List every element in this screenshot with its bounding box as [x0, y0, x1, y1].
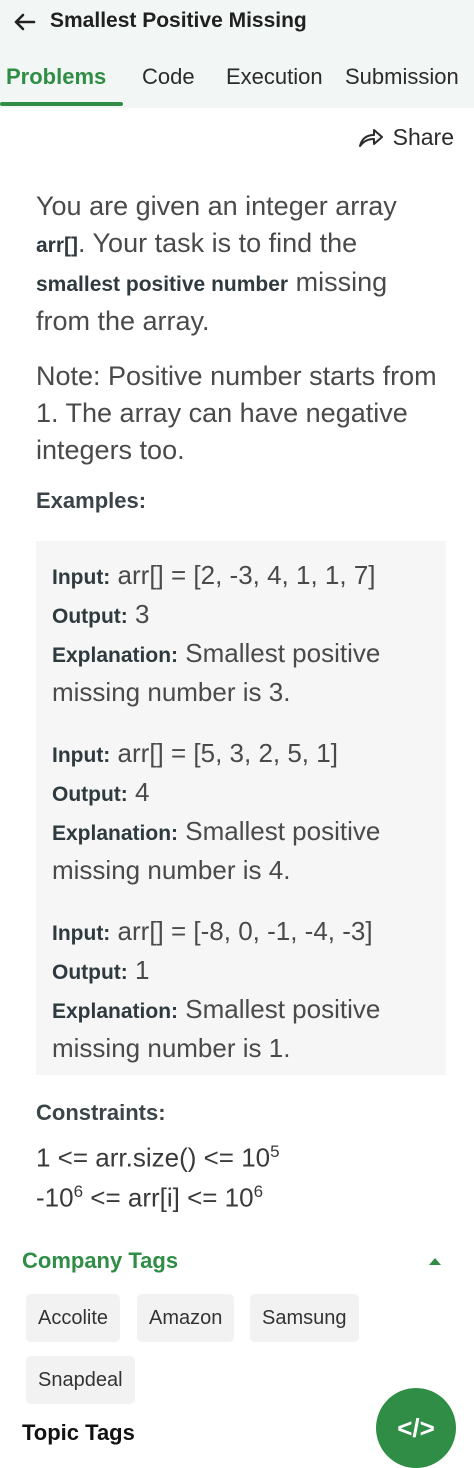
- constraint-text: <= arr[i] <= 10: [83, 1182, 254, 1213]
- code-editor-button[interactable]: </>: [376, 1388, 456, 1468]
- explanation-label: Explanation:: [52, 644, 179, 667]
- example-output: 1: [135, 955, 150, 985]
- company-tag-chip[interactable]: Samsung: [250, 1294, 359, 1342]
- constraint-text: -10: [36, 1182, 74, 1213]
- example-output: 4: [135, 777, 150, 807]
- input-label: Input:: [52, 744, 111, 767]
- example-input: arr[] = [5, 3, 2, 5, 1]: [117, 738, 338, 768]
- example-1: Input: arr[] = [2, -3, 4, 1, 1, 7] Outpu…: [52, 557, 432, 711]
- chevron-up-icon[interactable]: [428, 1256, 442, 1266]
- company-tag-chip[interactable]: Snapdeal: [26, 1356, 135, 1404]
- tab-problems[interactable]: Problems: [6, 64, 106, 90]
- page-title: Smallest Positive Missing: [50, 9, 307, 32]
- example-3: Input: arr[] = [-8, 0, -1, -4, -3] Outpu…: [52, 913, 432, 1067]
- top-bar: Smallest Positive Missing Problems Code …: [0, 0, 474, 108]
- company-tag-chip[interactable]: Accolite: [26, 1294, 121, 1342]
- back-arrow-icon[interactable]: [8, 6, 40, 38]
- example-input: arr[] = [-8, 0, -1, -4, -3]: [117, 916, 373, 946]
- input-label: Input:: [52, 922, 111, 945]
- share-button[interactable]: Share: [357, 124, 454, 151]
- tab-bar: Problems Code Execution Submission: [0, 58, 474, 108]
- problem-description: You are given an integer array arr[]. Yo…: [36, 188, 448, 340]
- problem-note: Note: Positive number starts from 1. The…: [36, 361, 437, 465]
- desc-bold-phrase: smallest positive number: [36, 273, 289, 296]
- examples-box: Input: arr[] = [2, -3, 4, 1, 1, 7] Outpu…: [36, 541, 446, 1075]
- constraint-1: 1 <= arr.size() <= 105: [36, 1142, 280, 1174]
- example-output: 3: [135, 599, 150, 629]
- example-input: arr[] = [2, -3, 4, 1, 1, 7]: [117, 560, 376, 590]
- active-tab-indicator: [0, 102, 123, 106]
- input-label: Input:: [52, 566, 111, 589]
- constraint-text: 1 <= arr.size() <= 10: [36, 1142, 271, 1173]
- company-tag-chip[interactable]: Amazon: [137, 1294, 235, 1342]
- share-label: Share: [392, 124, 454, 150]
- company-tags-heading[interactable]: Company Tags: [22, 1248, 178, 1274]
- constraint-exponent: 5: [270, 1142, 280, 1161]
- tab-submission[interactable]: Submission: [345, 64, 459, 90]
- examples-heading: Examples:: [36, 488, 147, 513]
- desc-text: . Your task is to find the: [78, 228, 358, 258]
- explanation-label: Explanation:: [52, 822, 179, 845]
- share-icon: [358, 128, 383, 147]
- problem-statement: You are given an integer array arr[]. Yo…: [36, 188, 448, 481]
- output-label: Output:: [52, 783, 128, 806]
- constraint-2: -106 <= arr[i] <= 106: [36, 1182, 263, 1214]
- topic-tags-heading[interactable]: Topic Tags: [22, 1420, 135, 1446]
- constraints-heading: Constraints:: [36, 1100, 166, 1125]
- constraint-exponent: 6: [253, 1182, 264, 1201]
- constraint-exponent: 6: [73, 1182, 84, 1201]
- example-2: Input: arr[] = [5, 3, 2, 5, 1] Output: 4…: [52, 735, 432, 889]
- tab-code[interactable]: Code: [142, 64, 195, 90]
- output-label: Output:: [52, 605, 128, 628]
- tab-execution[interactable]: Execution: [226, 64, 323, 90]
- explanation-label: Explanation:: [52, 1000, 179, 1023]
- output-label: Output:: [52, 961, 128, 984]
- desc-text: You are given an integer array: [36, 191, 397, 221]
- desc-bold-arr: arr[]: [36, 234, 79, 257]
